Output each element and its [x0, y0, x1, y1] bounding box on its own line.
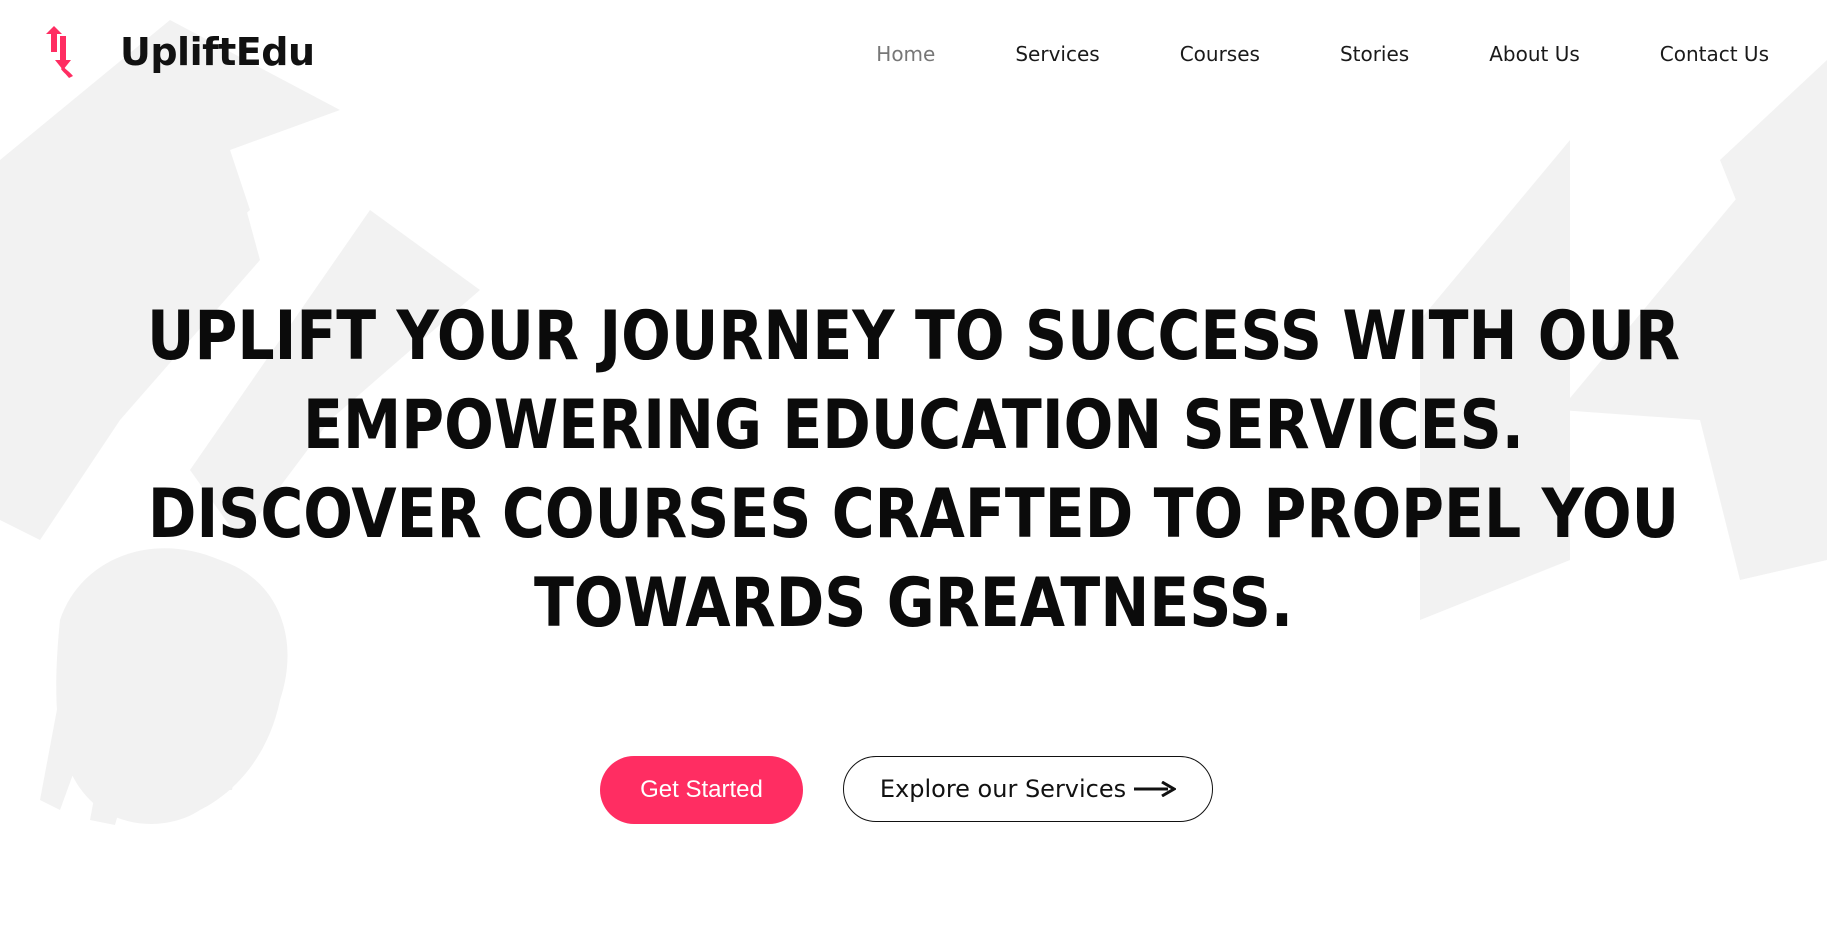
site-header: UpliftEdu Home Services Courses Stories … — [0, 0, 1827, 110]
hero-headline-line: TOWARDS GREATNESS. — [533, 564, 1294, 643]
main-nav: Home Services Courses Stories About Us C… — [876, 42, 1769, 66]
brand-logo-link[interactable]: UpliftEdu — [40, 26, 315, 78]
hero-section: UPLIFT YOUR JOURNEY TO SUCCESS WITH OUR … — [0, 292, 1827, 648]
nav-item-contact-us[interactable]: Contact Us — [1660, 42, 1769, 66]
hero-headline: UPLIFT YOUR JOURNEY TO SUCCESS WITH OUR … — [128, 292, 1699, 648]
hero-actions: Get Started Explore our Services — [0, 756, 1827, 824]
brand-name: UpliftEdu — [120, 30, 315, 74]
explore-services-label: Explore our Services — [879, 775, 1127, 803]
nav-item-about-us[interactable]: About Us — [1489, 42, 1580, 66]
hero-headline-line: UPLIFT YOUR JOURNEY TO SUCCESS WITH OUR — [146, 297, 1681, 376]
arrow-right-icon — [1134, 781, 1177, 797]
explore-services-button[interactable]: Explore our Services — [843, 756, 1213, 822]
uplift-arrows-logo-icon — [46, 26, 73, 78]
hero-headline-line: EMPOWERING EDUCATION SERVICES. — [303, 386, 1524, 465]
hero-headline-line: DISCOVER COURSES CRAFTED TO PROPEL YOU — [147, 475, 1680, 554]
nav-item-courses[interactable]: Courses — [1180, 42, 1260, 66]
nav-item-home[interactable]: Home — [876, 42, 935, 66]
landing-page: UpliftEdu Home Services Courses Stories … — [0, 0, 1827, 930]
nav-item-stories[interactable]: Stories — [1340, 42, 1409, 66]
get-started-button[interactable]: Get Started — [600, 756, 803, 824]
nav-item-services[interactable]: Services — [1015, 42, 1099, 66]
